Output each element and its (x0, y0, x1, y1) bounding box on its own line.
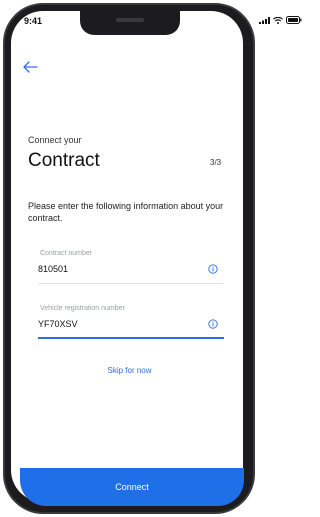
contract-number-underline (38, 283, 224, 284)
vehicle-registration-field[interactable]: Vehicle registration number YF70XSV (28, 305, 224, 339)
status-time: 9:41 (24, 16, 43, 26)
page-title: Contract (28, 150, 100, 171)
contract-number-label: Contract number (40, 250, 93, 257)
step-indicator: 3/3 (210, 158, 222, 167)
header-eyebrow: Connect your (28, 135, 82, 145)
instruction-text: Please enter the following information a… (28, 201, 224, 223)
info-icon[interactable] (208, 319, 218, 329)
signal-icon (259, 16, 270, 24)
contract-number-value[interactable]: 810501 (38, 264, 68, 274)
skip-for-now-link[interactable]: Skip for now (0, 366, 259, 375)
connect-button[interactable]: Connect (20, 468, 244, 506)
vehicle-registration-label: Vehicle registration number (40, 305, 125, 312)
contract-number-field[interactable]: Contract number 810501 (28, 250, 224, 284)
phone-notch (80, 11, 180, 35)
battery-icon (286, 16, 302, 24)
wifi-icon (273, 16, 283, 24)
status-icons (259, 16, 302, 24)
speaker-grille (116, 18, 144, 22)
info-icon[interactable] (208, 264, 218, 274)
vehicle-registration-value[interactable]: YF70XSV (38, 319, 78, 329)
back-arrow-icon[interactable] (22, 60, 38, 74)
vehicle-registration-underline (38, 337, 224, 339)
